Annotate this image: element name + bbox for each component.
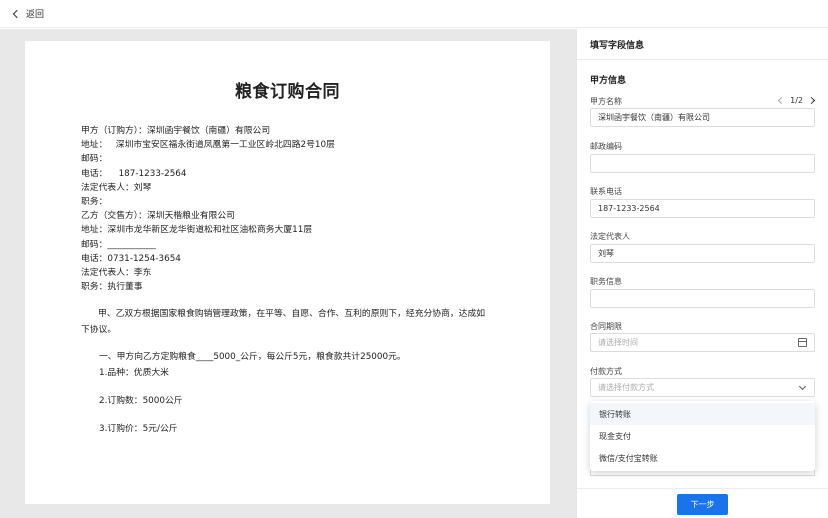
clause-line: 2.订购数：5000公斤 bbox=[99, 396, 183, 407]
position-label: 职务信息 bbox=[590, 277, 622, 286]
party-line: 电话：0731-1254-3654 bbox=[81, 253, 181, 264]
party-line: 法定代表人：刘琴 bbox=[81, 182, 152, 193]
calendar-icon bbox=[798, 338, 807, 347]
clause-line: 一、甲方向乙方定购粮食____5000_公斤，每公斤5元，粮食款共计25000元… bbox=[99, 352, 406, 363]
legal-rep-input[interactable]: 刘琴 bbox=[590, 244, 815, 263]
pager: 1/2 bbox=[778, 96, 816, 105]
payment-dropdown: 银行转账 现金支付 微信/支付宝转账 bbox=[590, 401, 815, 471]
chevron-down-icon bbox=[798, 382, 807, 391]
payment-option-bank[interactable]: 银行转账 bbox=[590, 403, 815, 425]
party-line: 邮码： bbox=[81, 154, 108, 165]
panel-footer: 下一步 bbox=[577, 488, 828, 518]
party-line: 职务：执行董事 bbox=[81, 282, 143, 293]
pager-count: 1/2 bbox=[790, 96, 803, 105]
phone-label: 联系电话 bbox=[590, 187, 622, 196]
back-label: 返回 bbox=[26, 10, 45, 20]
contract-page: 粮食订购合同 甲方（订购方）：深圳函宇餐饮（南疆）有限公司 地址： 深圳市宝安区… bbox=[25, 41, 550, 504]
contract-term-placeholder: 请选择时间 bbox=[598, 338, 638, 347]
position-input[interactable] bbox=[590, 289, 815, 308]
top-bar: 返回 bbox=[0, 0, 828, 28]
party-line: 法定代表人：李东 bbox=[81, 268, 152, 279]
party-a-name-label: 甲方名称 bbox=[590, 97, 622, 106]
postal-code-input[interactable] bbox=[590, 154, 815, 173]
postal-code-label: 邮政编码 bbox=[590, 142, 622, 151]
agreement-paragraph: 甲、乙双方根据国家粮食购销管理政策，在平等、自愿、合作、互利的原则下，经充分协商… bbox=[81, 309, 486, 336]
party-line: 甲方（订购方）：深圳函宇餐饮（南疆）有限公司 bbox=[81, 126, 271, 136]
party-info: 甲方（订购方）：深圳函宇餐饮（南疆）有限公司 地址： 深圳市宝安区福永街道凤凰第… bbox=[81, 124, 494, 294]
legal-rep-label: 法定代表人 bbox=[590, 232, 630, 241]
contract-title: 粮食订购合同 bbox=[235, 82, 340, 102]
contract-term-label: 合同期限 bbox=[590, 322, 622, 331]
field-form-panel: 填写字段信息 甲方信息 甲方名称 1/2 深圳函宇餐饮（南疆）有限公司 邮政编码… bbox=[576, 29, 828, 518]
contract-term-picker[interactable]: 请选择时间 bbox=[590, 333, 815, 352]
clause-line: 1.品种：优质大米 bbox=[99, 368, 169, 379]
payment-option-cash[interactable]: 现金支付 bbox=[590, 425, 815, 447]
party-line: 乙方（交售方）：深圳天楷粮业有限公司 bbox=[81, 211, 235, 222]
clause-line: 3.订购价：5元/公斤 bbox=[99, 424, 178, 435]
party-line: 邮码：___________ bbox=[81, 239, 156, 250]
party-a-name-input[interactable]: 深圳函宇餐饮（南疆）有限公司 bbox=[590, 108, 815, 127]
party-line: 职务： bbox=[81, 197, 108, 208]
document-preview-area: 粮食订购合同 甲方（订购方）：深圳函宇餐饮（南疆）有限公司 地址： 深圳市宝安区… bbox=[0, 29, 576, 518]
party-line: 地址：深圳市龙华新区龙华街道松和社区油松商务大厦11层 bbox=[81, 225, 313, 236]
chevron-right-icon[interactable] bbox=[807, 96, 816, 105]
chevron-left-icon[interactable] bbox=[778, 96, 786, 105]
payment-option-wechat-alipay[interactable]: 微信/支付宝转账 bbox=[590, 447, 815, 469]
next-button[interactable]: 下一步 bbox=[677, 494, 728, 515]
section-title: 甲方信息 bbox=[590, 76, 627, 86]
payment-label: 付款方式 bbox=[590, 367, 622, 376]
party-line: 电话： 187-1233-2564 bbox=[81, 168, 187, 179]
panel-title: 填写字段信息 bbox=[577, 29, 828, 60]
payment-placeholder: 请选择付款方式 bbox=[598, 383, 654, 392]
back-button[interactable]: 返回 bbox=[12, 7, 45, 20]
payment-select[interactable]: 请选择付款方式 bbox=[590, 378, 815, 397]
party-line: 地址： 深圳市宝安区福永街道凤凰第一工业区岭北四路2号10层 bbox=[81, 140, 335, 151]
phone-input[interactable]: 187-1233-2564 bbox=[590, 199, 815, 218]
chevron-left-icon bbox=[12, 9, 22, 18]
